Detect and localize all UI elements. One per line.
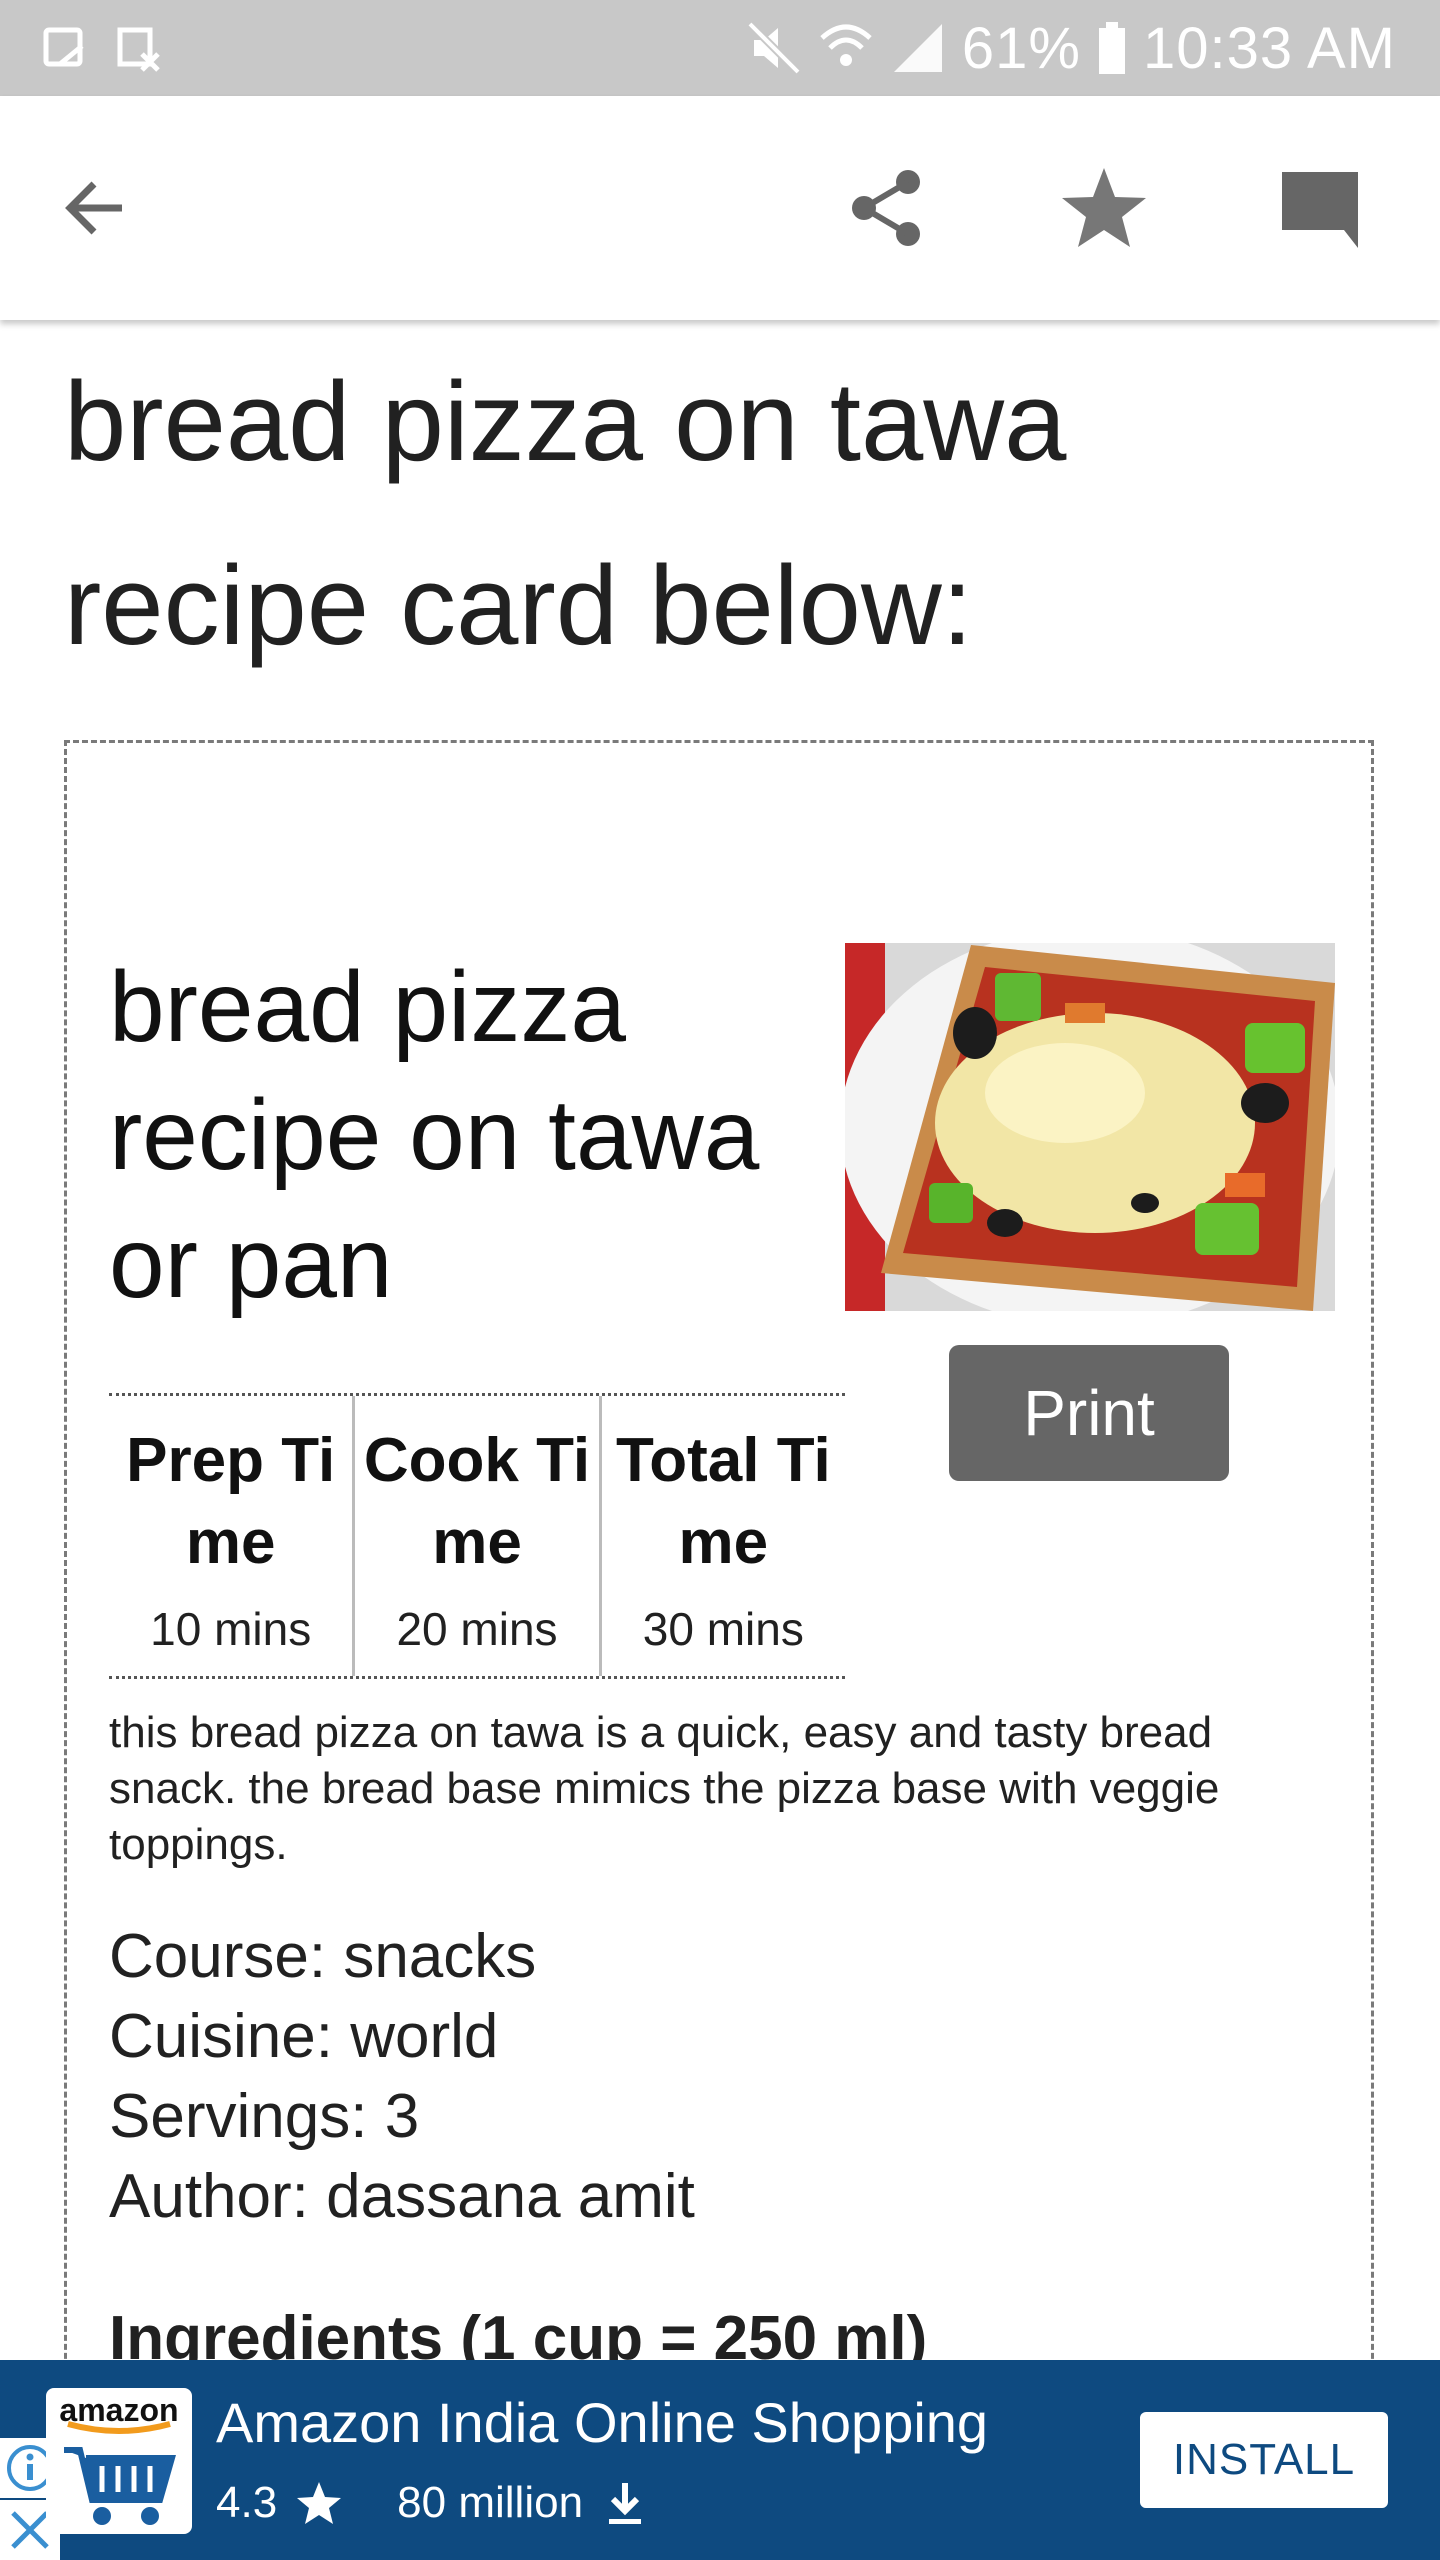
battery-icon [1098,22,1125,74]
ad-stats: 4.3 80 million [216,2478,649,2528]
prep-time: Prep Ti me 10 mins [109,1396,352,1676]
meta-course-value: snacks [343,1922,537,1991]
battery-percent: 61% [961,15,1081,81]
meta-author: Author: dassana amit [109,2157,1309,2237]
meta-author-label: Author: [109,2162,309,2231]
recipe-title: bread pizza recipe on tawa or pan [109,951,760,1319]
meta-servings-label: Servings: [109,2082,368,2151]
favorite-button[interactable] [1054,158,1154,258]
notification-icon [43,27,84,67]
signal-icon [893,24,942,72]
recipe-times: Prep Ti me 10 mins Cook Ti me 20 mins To… [109,1393,845,1679]
meta-course: Course: snacks [109,1917,1309,1997]
wifi-icon [820,24,872,66]
meta-cuisine-value: world [350,2002,499,2071]
meta-servings-value: 3 [384,2082,420,2151]
cook-time-value: 20 mins [396,1603,558,1655]
recipe-summary: this bread pizza on tawa is a quick, eas… [109,1708,1220,1869]
amazon-logo: amazon [46,2388,192,2534]
ingredients-heading: Ingredients (1 cup = 250 ml) [109,2304,928,2360]
prep-time-label: Prep Ti me [126,1426,336,1577]
status-left-icons [42,24,162,72]
mute-icon [747,21,801,75]
recipe-meta: Course: snacks Cuisine: world Servings: … [109,1917,1309,2237]
rating-star-icon [297,2482,342,2524]
shopping-cart-icon [64,2421,176,2525]
back-arrow-icon [65,181,122,235]
clock: 10:33 AM [1142,15,1396,81]
cook-time-label: Cook Ti me [363,1426,591,1577]
app-bar [0,96,1440,320]
share-icon [852,170,920,246]
prep-time-value: 10 mins [150,1603,312,1655]
status-bar: 61% 10:33 AM [0,0,1440,96]
total-time-value: 30 mins [642,1603,804,1655]
ad-banner[interactable]: amazon Amazon India Online Shopping 4.3 … [0,2360,1440,2560]
recipe-photo [845,943,1335,1311]
star-icon [1062,168,1146,247]
comment-icon [1282,172,1358,248]
article-content: bread pizza on tawa recipe card below: b… [0,320,1440,2360]
ad-title: Amazon India Online Shopping [216,2391,989,2454]
back-button[interactable] [46,158,146,258]
print-button[interactable]: Print [949,1345,1229,1481]
total-time: Total Ti me 30 mins [598,1396,845,1676]
article-heading: bread pizza on tawa recipe card below: [64,359,1067,668]
meta-author-value: dassana amit [326,2162,695,2231]
meta-cuisine-label: Cuisine: [109,2002,333,2071]
meta-course-label: Course: [109,1922,327,1991]
ad-downloads: 80 million [397,2478,584,2527]
cook-time: Cook Ti me 20 mins [352,1396,598,1676]
ad-install-button[interactable]: INSTALL [1140,2412,1388,2508]
meta-cuisine: Cuisine: world [109,1997,1309,2077]
comments-button[interactable] [1270,158,1370,258]
screenshot-icon [117,27,160,72]
ad-rating: 4.3 [216,2478,278,2527]
download-icon [609,2483,642,2524]
recipe-card: bread pizza recipe on tawa or pan Print … [64,740,1374,2360]
share-button[interactable] [838,158,938,258]
total-time-label: Total Ti me [615,1426,831,1577]
meta-servings: Servings: 3 [109,2077,1309,2157]
status-right: 61% 10:33 AM [746,12,1396,84]
